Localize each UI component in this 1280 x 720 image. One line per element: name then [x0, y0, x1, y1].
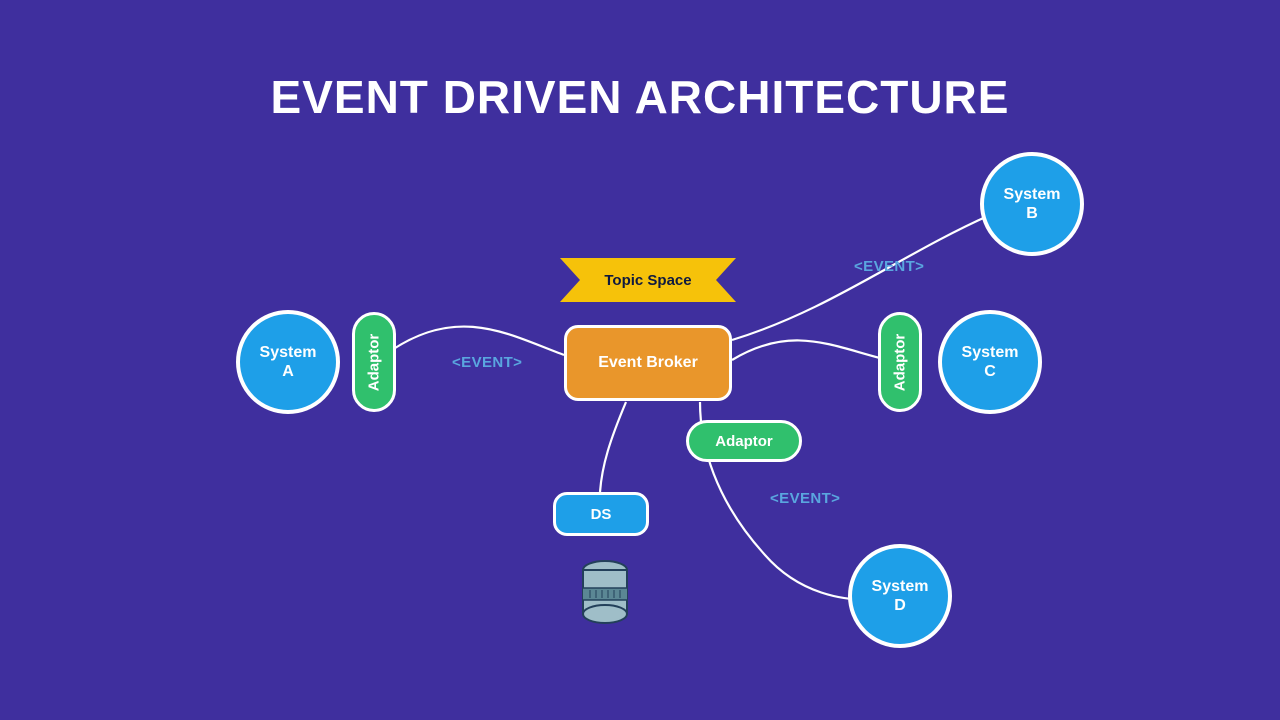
node-system-a-label: System A — [260, 343, 317, 381]
node-ds: DS — [553, 492, 649, 536]
node-topic-space: Topic Space — [560, 258, 736, 302]
node-topic-space-label: Topic Space — [604, 272, 691, 289]
adaptor-right: Adaptor — [878, 312, 922, 412]
node-system-c: System C — [938, 310, 1042, 414]
adaptor-bottom: Adaptor — [686, 420, 802, 462]
adaptor-left-label: Adaptor — [366, 333, 383, 391]
node-event-broker: Event Broker — [564, 325, 732, 401]
diagram-title: EVENT DRIVEN ARCHITECTURE — [0, 70, 1280, 124]
node-ds-label: DS — [591, 506, 612, 523]
event-label-left: <EVENT> — [452, 354, 522, 371]
database-icon — [580, 560, 630, 624]
node-system-a: System A — [236, 310, 340, 414]
node-system-b: System B — [980, 152, 1084, 256]
node-system-d-label: System D — [872, 577, 929, 615]
event-label-bottom-right: <EVENT> — [770, 490, 840, 507]
adaptor-left: Adaptor — [352, 312, 396, 412]
node-system-c-label: System C — [962, 343, 1019, 381]
adaptor-bottom-label: Adaptor — [715, 433, 773, 450]
adaptor-right-label: Adaptor — [892, 333, 909, 391]
node-event-broker-label: Event Broker — [598, 354, 698, 372]
event-label-top-right: <EVENT> — [854, 258, 924, 275]
node-system-d: System D — [848, 544, 952, 648]
node-system-b-label: System B — [1004, 185, 1061, 223]
